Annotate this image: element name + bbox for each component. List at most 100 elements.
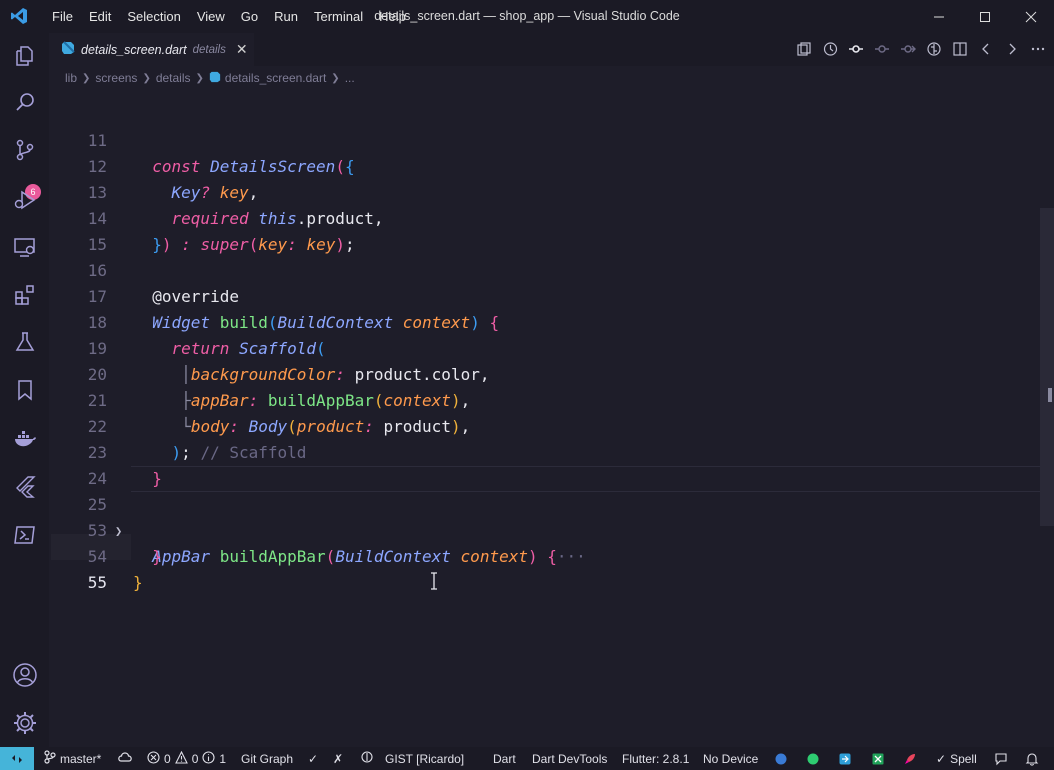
code-line: 22 ); // Scaffold: [49, 388, 1054, 462]
remote-indicator[interactable]: [0, 747, 34, 770]
error-icon: [147, 750, 160, 767]
error-count: 0: [164, 751, 171, 766]
git-previous-commit-icon[interactable]: [874, 41, 890, 57]
compare-changes-icon[interactable]: [796, 41, 812, 57]
gist-label: GIST [Ricardo]: [385, 751, 465, 766]
code-line: 24: [49, 440, 1054, 488]
testing-icon[interactable]: [12, 329, 38, 355]
timeline-history-icon[interactable]: [822, 41, 838, 57]
window-controls: [916, 0, 1054, 33]
spell-label: Spell: [950, 751, 977, 766]
code-line: 25 ❯ AppBar buildAppBar(BuildContext con…: [49, 466, 1054, 566]
feedback-icon[interactable]: [994, 747, 1008, 770]
cross-icon[interactable]: ✗: [333, 747, 343, 770]
code-line: 10: [49, 77, 1054, 91]
git-graph-button[interactable]: Git Graph: [241, 747, 293, 770]
warning-count: 0: [191, 751, 199, 766]
text-cursor-icon: [429, 571, 439, 595]
vscode-logo-icon: [10, 7, 28, 25]
info-icon: [202, 750, 215, 767]
editor-actions: [796, 41, 1046, 57]
powershell-icon[interactable]: [12, 522, 38, 548]
branch-status[interactable]: master*: [44, 747, 101, 770]
code-line: 53 }: [49, 492, 1054, 566]
account-icon[interactable]: [12, 662, 38, 688]
docker-icon[interactable]: [12, 426, 38, 452]
menu-view[interactable]: View: [189, 9, 233, 24]
menu-selection[interactable]: Selection: [119, 9, 188, 24]
tab-description: details: [192, 43, 226, 56]
extensions-icon[interactable]: [12, 282, 38, 308]
code-line: 16 @override: [49, 232, 1054, 306]
info-count: 1: [219, 751, 227, 766]
status-bar: master* 0 0 1 Git Graph ✓ ✗ GIST [Ricard…: [0, 747, 1054, 770]
notifications-bell-icon[interactable]: [1025, 747, 1039, 770]
flutter-icon[interactable]: [12, 474, 38, 500]
live-share-icon[interactable]: [839, 747, 851, 770]
problems-status[interactable]: 0 0 1: [147, 747, 226, 770]
close-window-button[interactable]: [1008, 0, 1054, 33]
git-branch-icon: [44, 750, 56, 767]
flutter-version[interactable]: Flutter: 2.8.1: [622, 747, 689, 770]
green-circle-icon[interactable]: [807, 747, 819, 770]
dart-file-icon: [61, 41, 75, 58]
code-line: 21 └body: Body(product: product),: [49, 362, 1054, 436]
maximize-button[interactable]: [962, 0, 1008, 33]
gist-button[interactable]: GIST [Ricardo]: [361, 747, 464, 770]
tab-details-screen[interactable]: details_screen.dart details ✕: [49, 33, 254, 66]
tab-close-button[interactable]: ✕: [236, 41, 248, 58]
blue-circle-icon[interactable]: [775, 747, 787, 770]
source-control-icon[interactable]: [12, 137, 38, 163]
run-debug-icon[interactable]: [12, 187, 38, 213]
editor-area: details_screen.dart details ✕ lib ❯ scre…: [49, 33, 1054, 747]
code-line: 18 return Scaffold(: [49, 284, 1054, 358]
navigate-forward-icon[interactable]: [1004, 41, 1020, 57]
menu-edit[interactable]: Edit: [81, 9, 119, 24]
tab-bar: details_screen.dart details ✕: [49, 33, 1054, 66]
bookmarks-icon[interactable]: [12, 377, 38, 403]
menu-bar: File Edit Selection View Go Run Terminal…: [44, 0, 414, 33]
branch-name: master*: [60, 751, 102, 766]
excel-viewer-icon[interactable]: [872, 747, 884, 770]
menu-go[interactable]: Go: [233, 9, 266, 24]
code-line: 13 required this.product,: [49, 154, 1054, 228]
tab-filename: details_screen.dart: [81, 42, 187, 57]
device-selector[interactable]: No Device: [703, 747, 758, 770]
check-icon[interactable]: ✓: [308, 747, 318, 770]
language-mode[interactable]: Dart: [493, 747, 516, 770]
split-editor-icon[interactable]: [952, 41, 968, 57]
code-line: 55: [49, 544, 1054, 592]
toggle-blame-icon[interactable]: [926, 41, 942, 57]
code-line: 11 const DetailsScreen({: [49, 102, 1054, 176]
menu-file[interactable]: File: [44, 9, 81, 24]
sync-cloud-icon: [118, 751, 132, 766]
more-actions-icon[interactable]: [1030, 41, 1046, 57]
code-line: 15: [49, 206, 1054, 254]
menu-help[interactable]: Help: [371, 9, 414, 24]
remote-explorer-icon[interactable]: [12, 234, 38, 260]
navigate-back-icon[interactable]: [978, 41, 994, 57]
rocket-icon[interactable]: [903, 747, 917, 770]
code-line: 23 }: [49, 414, 1054, 488]
code-line: 20 ├appBar: buildAppBar(context),: [49, 336, 1054, 410]
code-line: 54 }: [49, 518, 1054, 592]
minimize-button[interactable]: [916, 0, 962, 33]
search-icon[interactable]: [12, 89, 38, 115]
git-commit-icon[interactable]: [848, 41, 864, 57]
menu-terminal[interactable]: Terminal: [306, 9, 371, 24]
spell-check-icon: ✓: [936, 751, 947, 766]
dart-devtools-button[interactable]: Dart DevTools: [532, 747, 607, 770]
spell-check-button[interactable]: ✓ Spell: [936, 747, 977, 770]
title-bar: File Edit Selection View Go Run Terminal…: [0, 0, 1054, 33]
menu-run[interactable]: Run: [266, 9, 306, 24]
gist-icon: [361, 751, 373, 766]
code-line: 19 │backgroundColor: product.color,: [49, 310, 1054, 384]
settings-gear-icon[interactable]: [12, 710, 38, 736]
code-line: 17 Widget build(BuildContext context) {: [49, 258, 1054, 332]
warning-icon: [174, 750, 188, 767]
sync-button[interactable]: [118, 747, 132, 770]
remote-icon: [12, 754, 22, 763]
explorer-icon[interactable]: [12, 43, 38, 69]
activity-bar: 6: [0, 33, 49, 747]
git-next-commit-icon[interactable]: [900, 41, 916, 57]
